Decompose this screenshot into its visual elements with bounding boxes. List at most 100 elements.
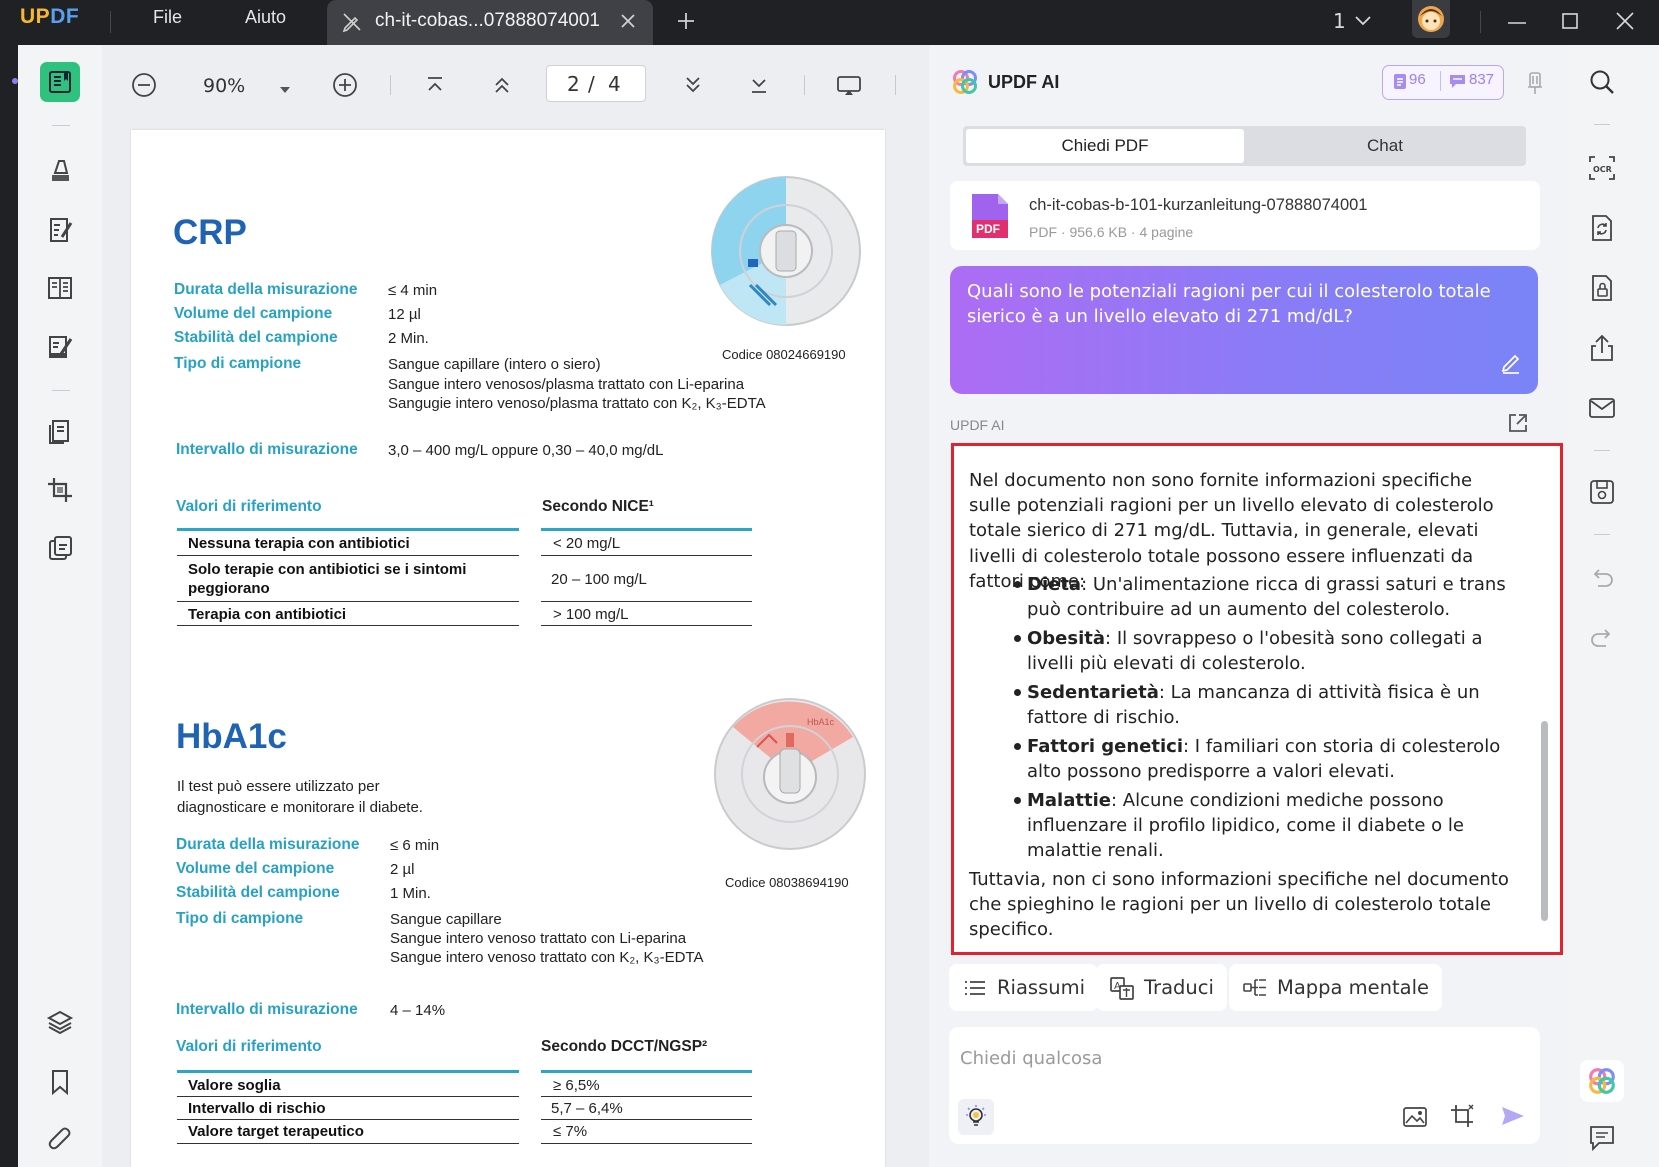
tab-chat[interactable]: Chat [1246,129,1524,163]
export-answer-icon[interactable] [1506,411,1530,439]
attachment-button[interactable] [40,1120,80,1160]
separator [1440,71,1441,91]
zoom-dropdown-icon[interactable] [279,80,291,99]
hba1c-sample-type-value: Sangue capillare [390,911,502,928]
new-tab-icon[interactable] [675,10,697,36]
answer-item-term: Obesità [1027,628,1106,649]
answer-list-item: Sedentarietà: La mancanza di attività fi… [1027,680,1517,730]
hba1c-ref-row-value: ≤ 7% [553,1123,588,1140]
edit-pdf-button[interactable] [40,210,80,250]
crp-title: CRP [173,213,247,252]
updf-logo[interactable]: UPDF [20,5,79,29]
crp-field-value: 2 Min. [388,330,429,347]
hba1c-sample-type-value: Sangue intero venoso trattato con Li-epa… [390,930,687,947]
hba1c-ref-row-name: Valore target terapeutico [188,1123,364,1140]
user-avatar[interactable] [1412,0,1450,38]
menu-aiuto[interactable]: Aiuto [245,7,286,28]
next-page-icon[interactable] [678,70,708,100]
presentation-icon[interactable] [834,70,864,100]
first-page-icon[interactable] [420,70,450,100]
table-rule [541,1119,752,1120]
page-separator: / [588,72,595,96]
crp-ref-row-name: Nessuna terapia con antibiotici [188,535,410,552]
bullet [1014,689,1021,696]
search-icon[interactable] [1584,64,1620,100]
table-rule [541,1096,752,1097]
comments-icon[interactable] [1584,1120,1620,1156]
email-icon[interactable] [1584,390,1620,426]
hba1c-field-label: Durata della misurazione [176,836,360,853]
bullet [1014,797,1021,804]
separator [804,75,805,95]
organize-pages-button[interactable] [40,412,80,452]
page-number-input[interactable] [546,65,646,102]
summarize-label: Riassumi [997,976,1086,999]
page-view-button[interactable] [40,268,80,308]
summarize-button[interactable]: Riassumi [949,964,1099,1011]
undo-icon[interactable] [1584,560,1620,596]
updf-ai-button[interactable] [1580,1060,1624,1102]
zoom-in-icon[interactable] [330,70,360,100]
table-rule [541,625,752,626]
chevron-down-icon[interactable] [1354,13,1372,32]
zoom-out-icon[interactable] [129,70,159,100]
crp-field-value: ≤ 4 min [388,282,438,299]
answer-sender-label: UPDF AI [950,417,1005,433]
send-icon[interactable] [1500,1104,1526,1132]
menu-file[interactable]: File [153,7,182,28]
layers-button[interactable] [40,1002,80,1042]
hba1c-ref-label: Valori di riferimento [176,1038,322,1055]
screenshot-crop-icon[interactable] [1449,1103,1475,1133]
hba1c-product-code: Codice 08038694190 [725,875,849,890]
edit-question-icon[interactable] [1499,350,1523,378]
close-window-icon[interactable] [1614,10,1636,36]
protect-pdf-icon[interactable] [1584,270,1620,306]
unpin-icon[interactable] [1525,70,1545,100]
previous-page-icon[interactable] [487,70,517,100]
table-rule [177,601,519,602]
translate-label: Traduci [1144,976,1214,999]
current-page: 2 [567,72,580,96]
redo-icon[interactable] [1584,620,1620,656]
crp-ref-row-name: Terapia con antibiotici [188,606,347,623]
ocr-icon[interactable]: OCR [1584,150,1620,186]
answer-list-item: Dieta: Un'alimentazione ricca di grassi … [1027,572,1517,622]
hba1c-ref-source: Secondo DCCT/NGSP² [541,1038,708,1055]
ai-answer-box: Nel documento non sono fornite informazi… [951,443,1563,955]
prompt-ideas-button[interactable] [958,1099,994,1135]
crp-range-value: 3,0 – 400 mg/L oppure 0,30 – 40,0 mg/dL [388,442,664,459]
compress-pdf-button[interactable] [40,528,80,568]
highlight-tool-button[interactable] [40,150,80,190]
crp-field-label: Durata della misurazione [174,281,358,298]
share-icon[interactable] [1584,330,1620,366]
close-tab-icon[interactable] [618,11,638,35]
tab-chiedi-pdf[interactable]: Chiedi PDF [966,129,1244,163]
last-page-icon[interactable] [744,70,774,100]
zoom-level[interactable]: 90% [203,75,245,97]
crop-pages-button[interactable] [40,470,80,510]
hba1c-ref-row-value: 5,7 – 6,4% [551,1100,623,1117]
image-upload-icon[interactable] [1402,1105,1428,1133]
updf-ai-icon [1589,1068,1615,1094]
hba1c-field-label: Stabilità del campione [176,884,340,901]
crp-ref-source: Secondo NICE¹ [542,498,654,515]
hba1c-field-value: ≤ 6 min [390,837,440,854]
separator [52,390,70,391]
reader-mode-button[interactable] [40,62,80,102]
bookmark-button[interactable] [40,1062,80,1102]
fill-sign-button[interactable] [40,327,80,367]
separator [1480,11,1481,33]
translate-button[interactable]: A Traduci [1096,964,1227,1011]
document-credits-icon [1393,73,1407,94]
save-icon[interactable] [1584,474,1620,510]
answer-scrollbar[interactable] [1541,721,1548,921]
answer-item-term: Fattori genetici [1027,736,1184,757]
hba1c-intro: Il test può essere utilizzato per diagno… [177,778,423,816]
convert-pdf-icon[interactable] [1584,210,1620,246]
crp-sample-type-value: Sangue intero venosos/plasma trattato co… [388,376,745,393]
crp-field-value: 12 µl [388,306,421,323]
separator [390,75,391,95]
minimize-icon[interactable] [1506,13,1528,37]
maximize-icon[interactable] [1560,11,1580,35]
mind-map-button[interactable]: Mappa mentale [1229,964,1443,1011]
